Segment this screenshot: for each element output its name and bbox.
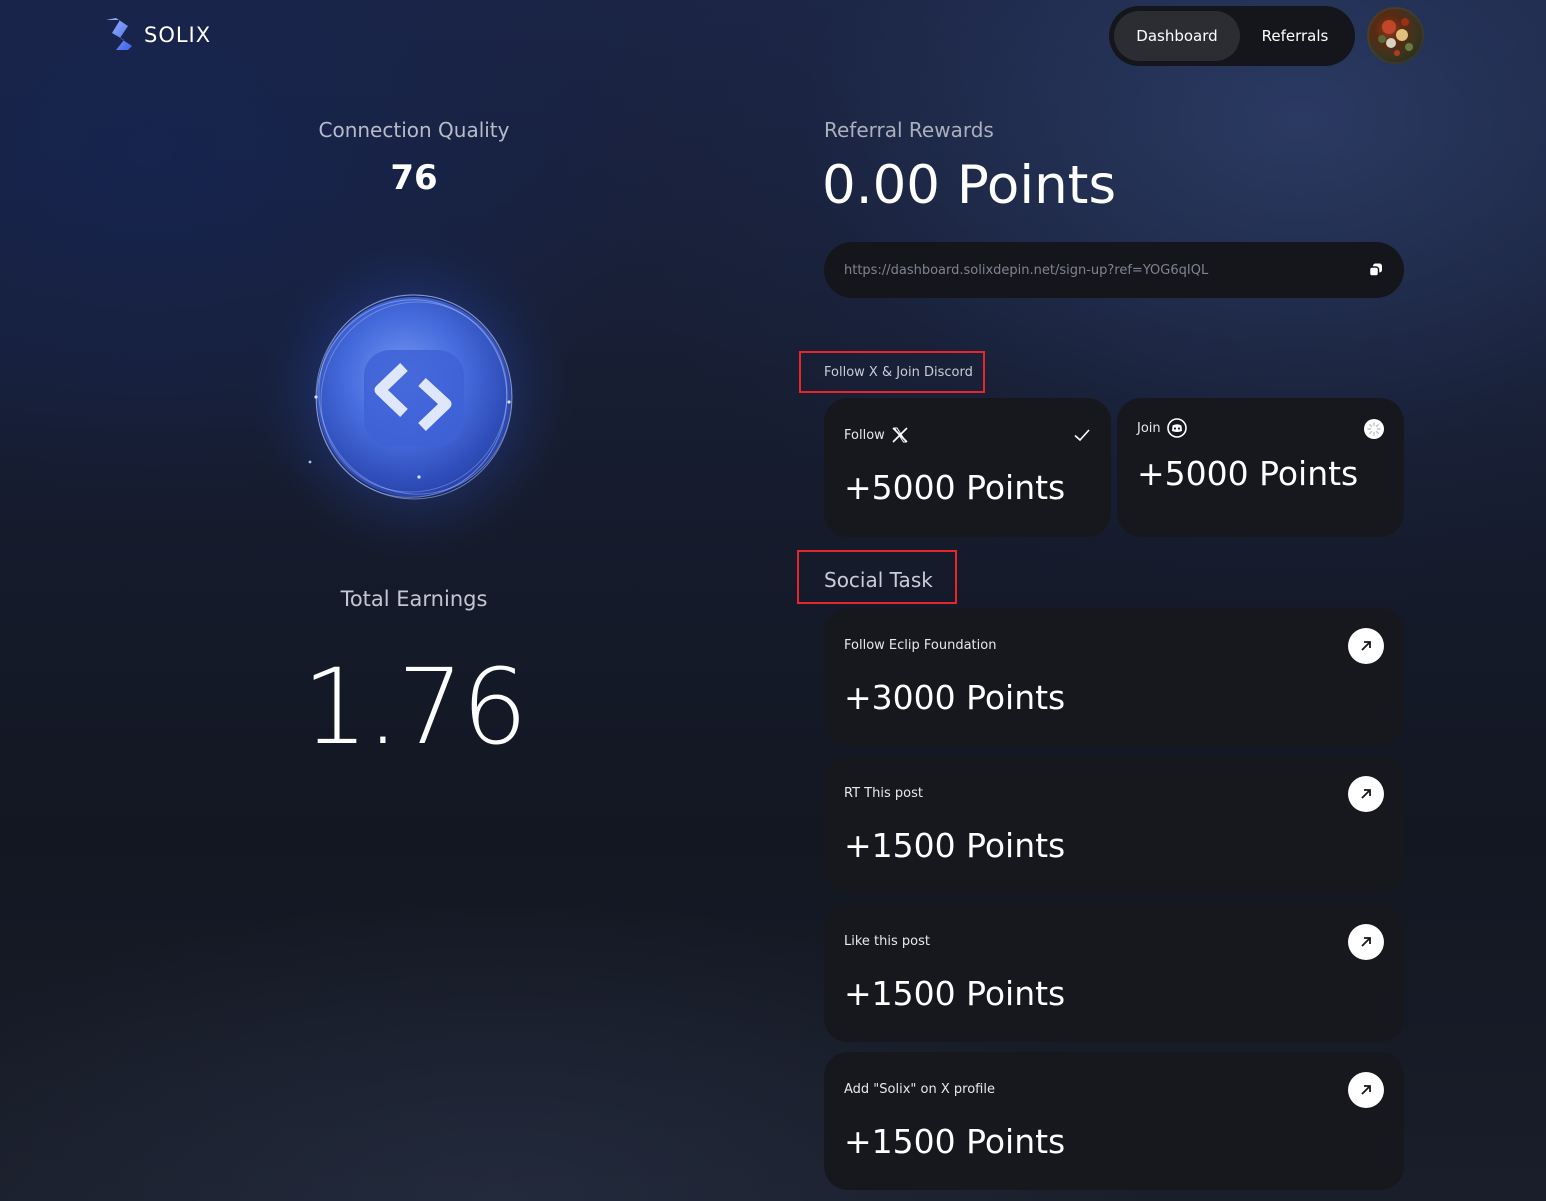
join-discord-label: Join: [1137, 418, 1187, 438]
arrow-up-right-icon: [1361, 789, 1371, 799]
connection-quality-value: 76: [390, 158, 438, 198]
referral-link-field[interactable]: https://dashboard.solixdepin.net/sign-up…: [824, 242, 1404, 298]
brand-name: SOLIX: [144, 23, 212, 47]
social-task-label: Like this post: [844, 934, 930, 949]
open-link-button[interactable]: [1348, 924, 1384, 960]
referral-link-text[interactable]: https://dashboard.solixdepin.net/sign-up…: [844, 263, 1208, 278]
copy-icon[interactable]: [1368, 262, 1384, 278]
join-discord-action: Join: [1137, 420, 1161, 436]
top-nav: Dashboard Referrals: [1109, 6, 1355, 66]
social-task-label: Follow Eclip Foundation: [844, 638, 997, 653]
open-link-button[interactable]: [1348, 1072, 1384, 1108]
social-task-card[interactable]: Follow Eclip Foundation +3000 Points: [824, 608, 1404, 746]
loading-spinner-icon: [1364, 419, 1384, 439]
tab-dashboard[interactable]: Dashboard: [1114, 11, 1240, 61]
referral-rewards-label: Referral Rewards: [824, 118, 994, 142]
social-task-card[interactable]: Add "Solix" on X profile +1500 Points: [824, 1052, 1404, 1190]
brand-logo[interactable]: SOLIX: [102, 16, 211, 54]
social-task-label: Add "Solix" on X profile: [844, 1082, 995, 1097]
social-task-label: RT This post: [844, 786, 923, 801]
open-link-button[interactable]: [1348, 628, 1384, 664]
avatar-image: [1378, 18, 1413, 56]
check-icon: [1073, 426, 1091, 444]
total-earnings-value: 1.76: [302, 646, 528, 768]
user-avatar[interactable]: [1367, 7, 1424, 64]
follow-section-title: Follow X & Join Discord: [824, 365, 973, 380]
referral-points: 0.00 Points: [822, 155, 1117, 216]
arrow-up-right-icon: [1361, 641, 1371, 651]
social-task-card[interactable]: Like this post +1500 Points: [824, 904, 1404, 1042]
connection-orb-icon: [254, 232, 574, 562]
tab-referrals[interactable]: Referrals: [1240, 11, 1350, 61]
arrow-up-right-icon: [1361, 1085, 1371, 1095]
solix-logo-icon: [106, 18, 132, 50]
social-task-points: +3000 Points: [844, 678, 1066, 717]
social-task-card[interactable]: RT This post +1500 Points: [824, 756, 1404, 894]
discord-icon: [1166, 418, 1187, 438]
follow-x-action: Follow: [844, 427, 885, 443]
total-earnings-label: Total Earnings: [340, 587, 488, 611]
join-discord-card[interactable]: Join +5000 Points: [1117, 398, 1404, 537]
x-logo-icon: [892, 427, 908, 443]
social-task-points: +1500 Points: [844, 1122, 1066, 1161]
social-task-points: +1500 Points: [844, 974, 1066, 1013]
follow-x-label: Follow: [844, 426, 909, 444]
social-task-points: +1500 Points: [844, 826, 1066, 865]
follow-x-card[interactable]: Follow +5000 Points: [824, 398, 1111, 537]
open-link-button[interactable]: [1348, 776, 1384, 812]
follow-x-points: +5000 Points: [844, 468, 1066, 507]
arrow-up-right-icon: [1361, 937, 1371, 947]
join-discord-points: +5000 Points: [1137, 454, 1359, 493]
connection-quality-label: Connection Quality: [318, 118, 510, 142]
social-section-title: Social Task: [824, 568, 933, 592]
